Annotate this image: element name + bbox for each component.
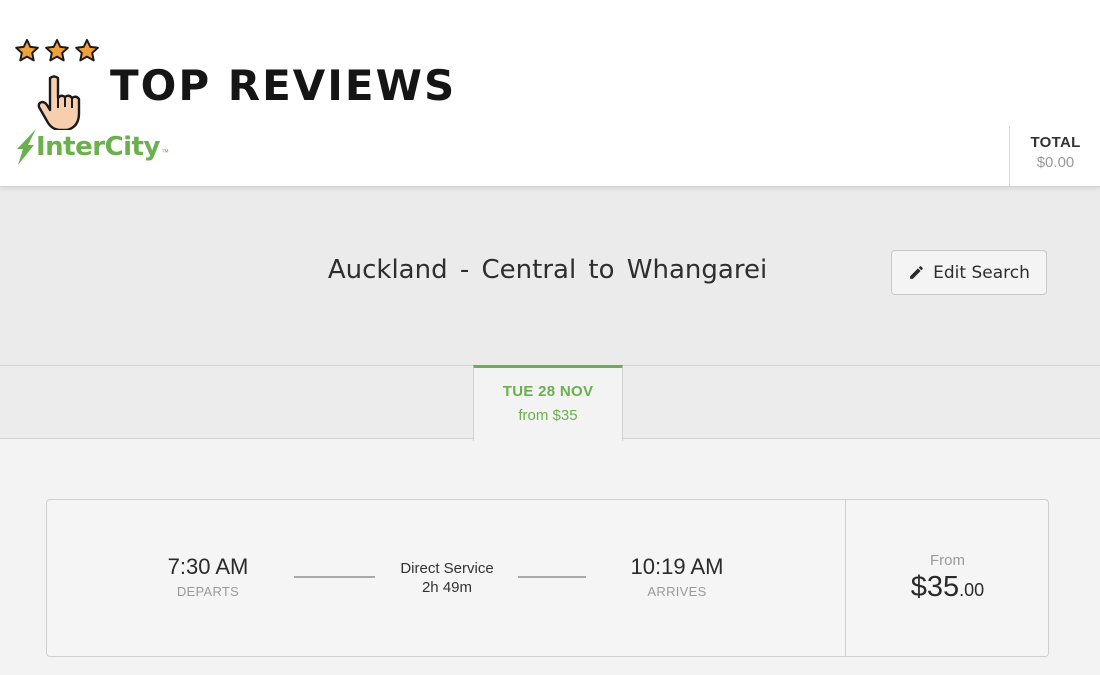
departure-block: 7:30 AM DEPARTS xyxy=(138,554,278,599)
edit-search-label: Edit Search xyxy=(933,262,1030,283)
price-panel[interactable]: From $35.00 xyxy=(845,500,1049,656)
pencil-icon xyxy=(910,266,924,279)
edit-search-button[interactable]: Edit Search xyxy=(891,250,1047,295)
price-dollars: $35 xyxy=(910,571,960,603)
route-summary: Auckland - Central to Whangarei Edit Sea… xyxy=(0,187,1100,365)
intercity-logo[interactable]: InterCity ™ xyxy=(14,127,169,167)
brand-trademark: ™ xyxy=(160,148,169,157)
tab-price: from $35 xyxy=(518,407,578,424)
tab-date: TUE 28 NOV xyxy=(502,383,594,400)
fare-price: $35.00 xyxy=(846,571,1049,604)
top-reviews-badge: TOP REVIEWS xyxy=(14,38,454,130)
top-reviews-title: TOP REVIEWS xyxy=(110,61,457,110)
trip-card[interactable]: 7:30 AM DEPARTS Direct Service 2h 49m 10… xyxy=(46,499,1049,657)
hand-pointer-icon xyxy=(37,75,81,130)
star-icon xyxy=(75,38,99,62)
brand-name: InterCity xyxy=(36,132,160,162)
total-value: $0.00 xyxy=(1036,154,1075,171)
depart-time: 7:30 AM xyxy=(167,554,249,579)
service-type: Direct Service xyxy=(400,560,494,577)
star-icon xyxy=(45,38,69,62)
price-prefix: From xyxy=(930,552,965,569)
arrive-time: 10:19 AM xyxy=(630,554,724,579)
arrival-block: 10:19 AM ARRIVES xyxy=(607,554,747,599)
arrive-caption: ARRIVES xyxy=(647,584,707,599)
price-cents: .00 xyxy=(959,580,985,600)
intercity-swoosh-icon xyxy=(17,129,36,165)
cart-total[interactable]: TOTAL $0.00 xyxy=(1009,126,1100,186)
route-line-right xyxy=(518,576,586,578)
star-icon xyxy=(15,38,39,62)
date-tabs: TUE 28 NOV from $35 xyxy=(0,365,1100,441)
depart-caption: DEPARTS xyxy=(176,584,240,599)
tab-tue-28-nov[interactable]: TUE 28 NOV from $35 xyxy=(473,365,623,441)
total-label: TOTAL xyxy=(1030,134,1081,151)
trip-duration: 2h 49m xyxy=(421,579,473,596)
site-header: TOP REVIEWS InterCity ™ TOTAL $0.00 xyxy=(0,0,1100,187)
route-line-left xyxy=(294,576,375,578)
rating-stars xyxy=(14,38,100,64)
service-info: Direct Service 2h 49m xyxy=(377,560,517,596)
